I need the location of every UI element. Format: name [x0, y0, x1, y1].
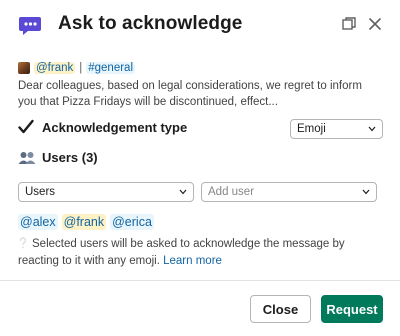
author-mention[interactable]: @frank: [34, 62, 76, 74]
popout-icon[interactable]: [340, 15, 358, 33]
message-preview: Dear colleagues, based on legal consider…: [18, 80, 362, 108]
chevron-down-icon: [179, 189, 187, 195]
checkmark-icon: [18, 119, 34, 134]
add-user-select[interactable]: Add user: [201, 182, 377, 202]
chevron-down-icon: [368, 126, 376, 132]
channel-link[interactable]: #general: [86, 62, 136, 74]
add-user-placeholder: Add user: [208, 186, 255, 198]
acknowledgement-type-label: Acknowledgement type: [18, 119, 187, 135]
message-meta: @frank | #general: [18, 61, 136, 75]
request-button[interactable]: Request: [321, 295, 383, 323]
acknowledgement-label-text: Acknowledgement type: [42, 119, 188, 135]
dialog-title: Ask to acknowledge: [58, 13, 243, 34]
selected-users: @alex @frank @erica: [18, 214, 158, 230]
acknowledgement-type-select[interactable]: Emoji: [290, 119, 383, 139]
dialog-header: Ask to acknowledge: [0, 0, 400, 52]
acknowledgement-type-value: Emoji: [297, 123, 326, 135]
users-label-text: Users (3): [42, 150, 98, 165]
users-section-label: Users (3): [18, 150, 98, 165]
users-icon: [18, 151, 36, 164]
chevron-down-icon: [362, 189, 370, 195]
info-note: Selected users will be asked to acknowle…: [18, 236, 383, 270]
learn-more-link[interactable]: Learn more: [163, 255, 222, 267]
user-chip[interactable]: @erica: [110, 214, 154, 230]
close-button[interactable]: Close: [250, 295, 311, 323]
avatar: [18, 62, 30, 74]
user-chip[interactable]: @alex: [18, 214, 58, 230]
users-filter-value: Users: [25, 186, 56, 198]
megaphone-chat-icon: [19, 17, 41, 35]
footer-divider: [0, 280, 400, 281]
users-filter-select[interactable]: Users: [18, 182, 194, 202]
close-icon[interactable]: [366, 15, 384, 33]
user-chip[interactable]: @frank: [61, 214, 107, 230]
meta-separator: |: [79, 62, 83, 74]
question-mark-icon: [19, 237, 27, 249]
